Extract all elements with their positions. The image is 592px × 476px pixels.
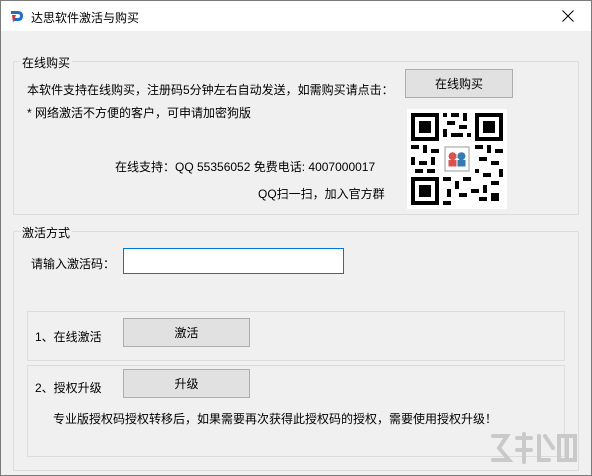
close-icon <box>562 10 574 22</box>
activate-button[interactable]: 激活 <box>123 318 250 347</box>
qq-scan-text: QQ扫一扫，加入官方群 <box>258 187 385 201</box>
app-logo-icon <box>9 8 25 24</box>
purchase-info-text: 本软件支持在线购买，注册码5分钟左右自动发送，如需购买请点击： <box>27 83 394 97</box>
activation-group-legend: 激活方式 <box>20 224 73 241</box>
purchase-group-legend: 在线购买 <box>20 54 73 71</box>
close-button[interactable] <box>545 1 591 31</box>
upgrade-button[interactable]: 升级 <box>123 369 250 398</box>
buy-online-button[interactable]: 在线购买 <box>405 69 513 98</box>
dialog-window: 达思软件激活与购买 在线购买 本软件支持在线购买，注册码5分钟左右自动发送，如需… <box>0 0 592 476</box>
online-activation-panel <box>27 311 565 361</box>
window-title: 达思软件激活与购买 <box>31 11 140 25</box>
dongle-note-text: * 网络激活不方便的客户，可申请加密狗版 <box>27 106 252 120</box>
upgrade-note-text: 专业版授权码授权转移后，如果需要再次获得此授权码的授权，需要使用授权升级！ <box>53 412 498 426</box>
online-activation-label: 1、在线激活 <box>35 330 102 344</box>
qq-group-qr-code <box>407 109 507 209</box>
activation-code-label: 请输入激活码： <box>31 257 116 271</box>
site-watermark-logo <box>487 428 583 471</box>
title-bar: 达思软件激活与购买 <box>1 1 591 31</box>
support-contact-text: 在线支持：QQ 55356052 免费电话: 4007000017 <box>115 160 376 174</box>
upgrade-label: 2、授权升级 <box>35 381 102 395</box>
activation-code-input[interactable] <box>123 248 344 274</box>
